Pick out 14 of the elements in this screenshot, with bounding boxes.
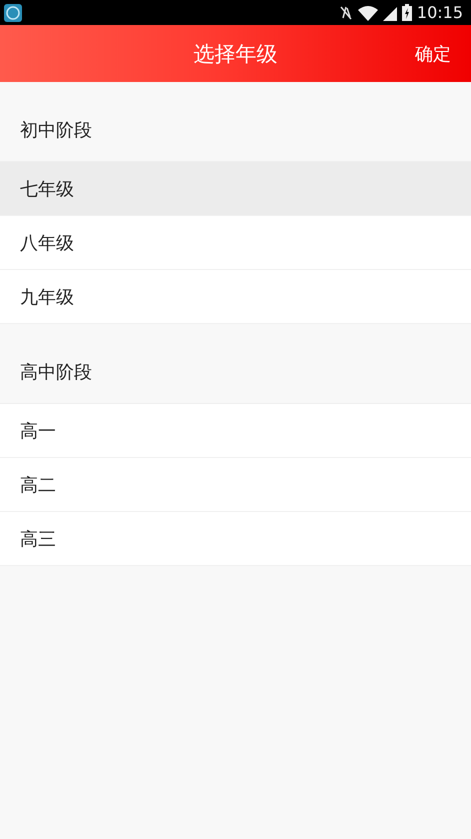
page-title: 选择年级 [194, 40, 278, 68]
wifi-icon [358, 4, 378, 20]
signal-icon [382, 4, 397, 20]
grade-item[interactable]: 七年级 [0, 162, 471, 216]
app-icon [4, 4, 22, 22]
confirm-button[interactable]: 确定 [415, 38, 451, 70]
grade-item[interactable]: 高二 [0, 458, 471, 512]
grade-item[interactable]: 九年级 [0, 270, 471, 324]
battery-icon [402, 4, 412, 21]
grade-item[interactable]: 八年级 [0, 216, 471, 270]
mute-icon [338, 4, 353, 20]
clock-time: 10:15 [416, 3, 463, 22]
grade-item[interactable]: 高一 [0, 404, 471, 458]
grade-item[interactable]: 高三 [0, 512, 471, 566]
